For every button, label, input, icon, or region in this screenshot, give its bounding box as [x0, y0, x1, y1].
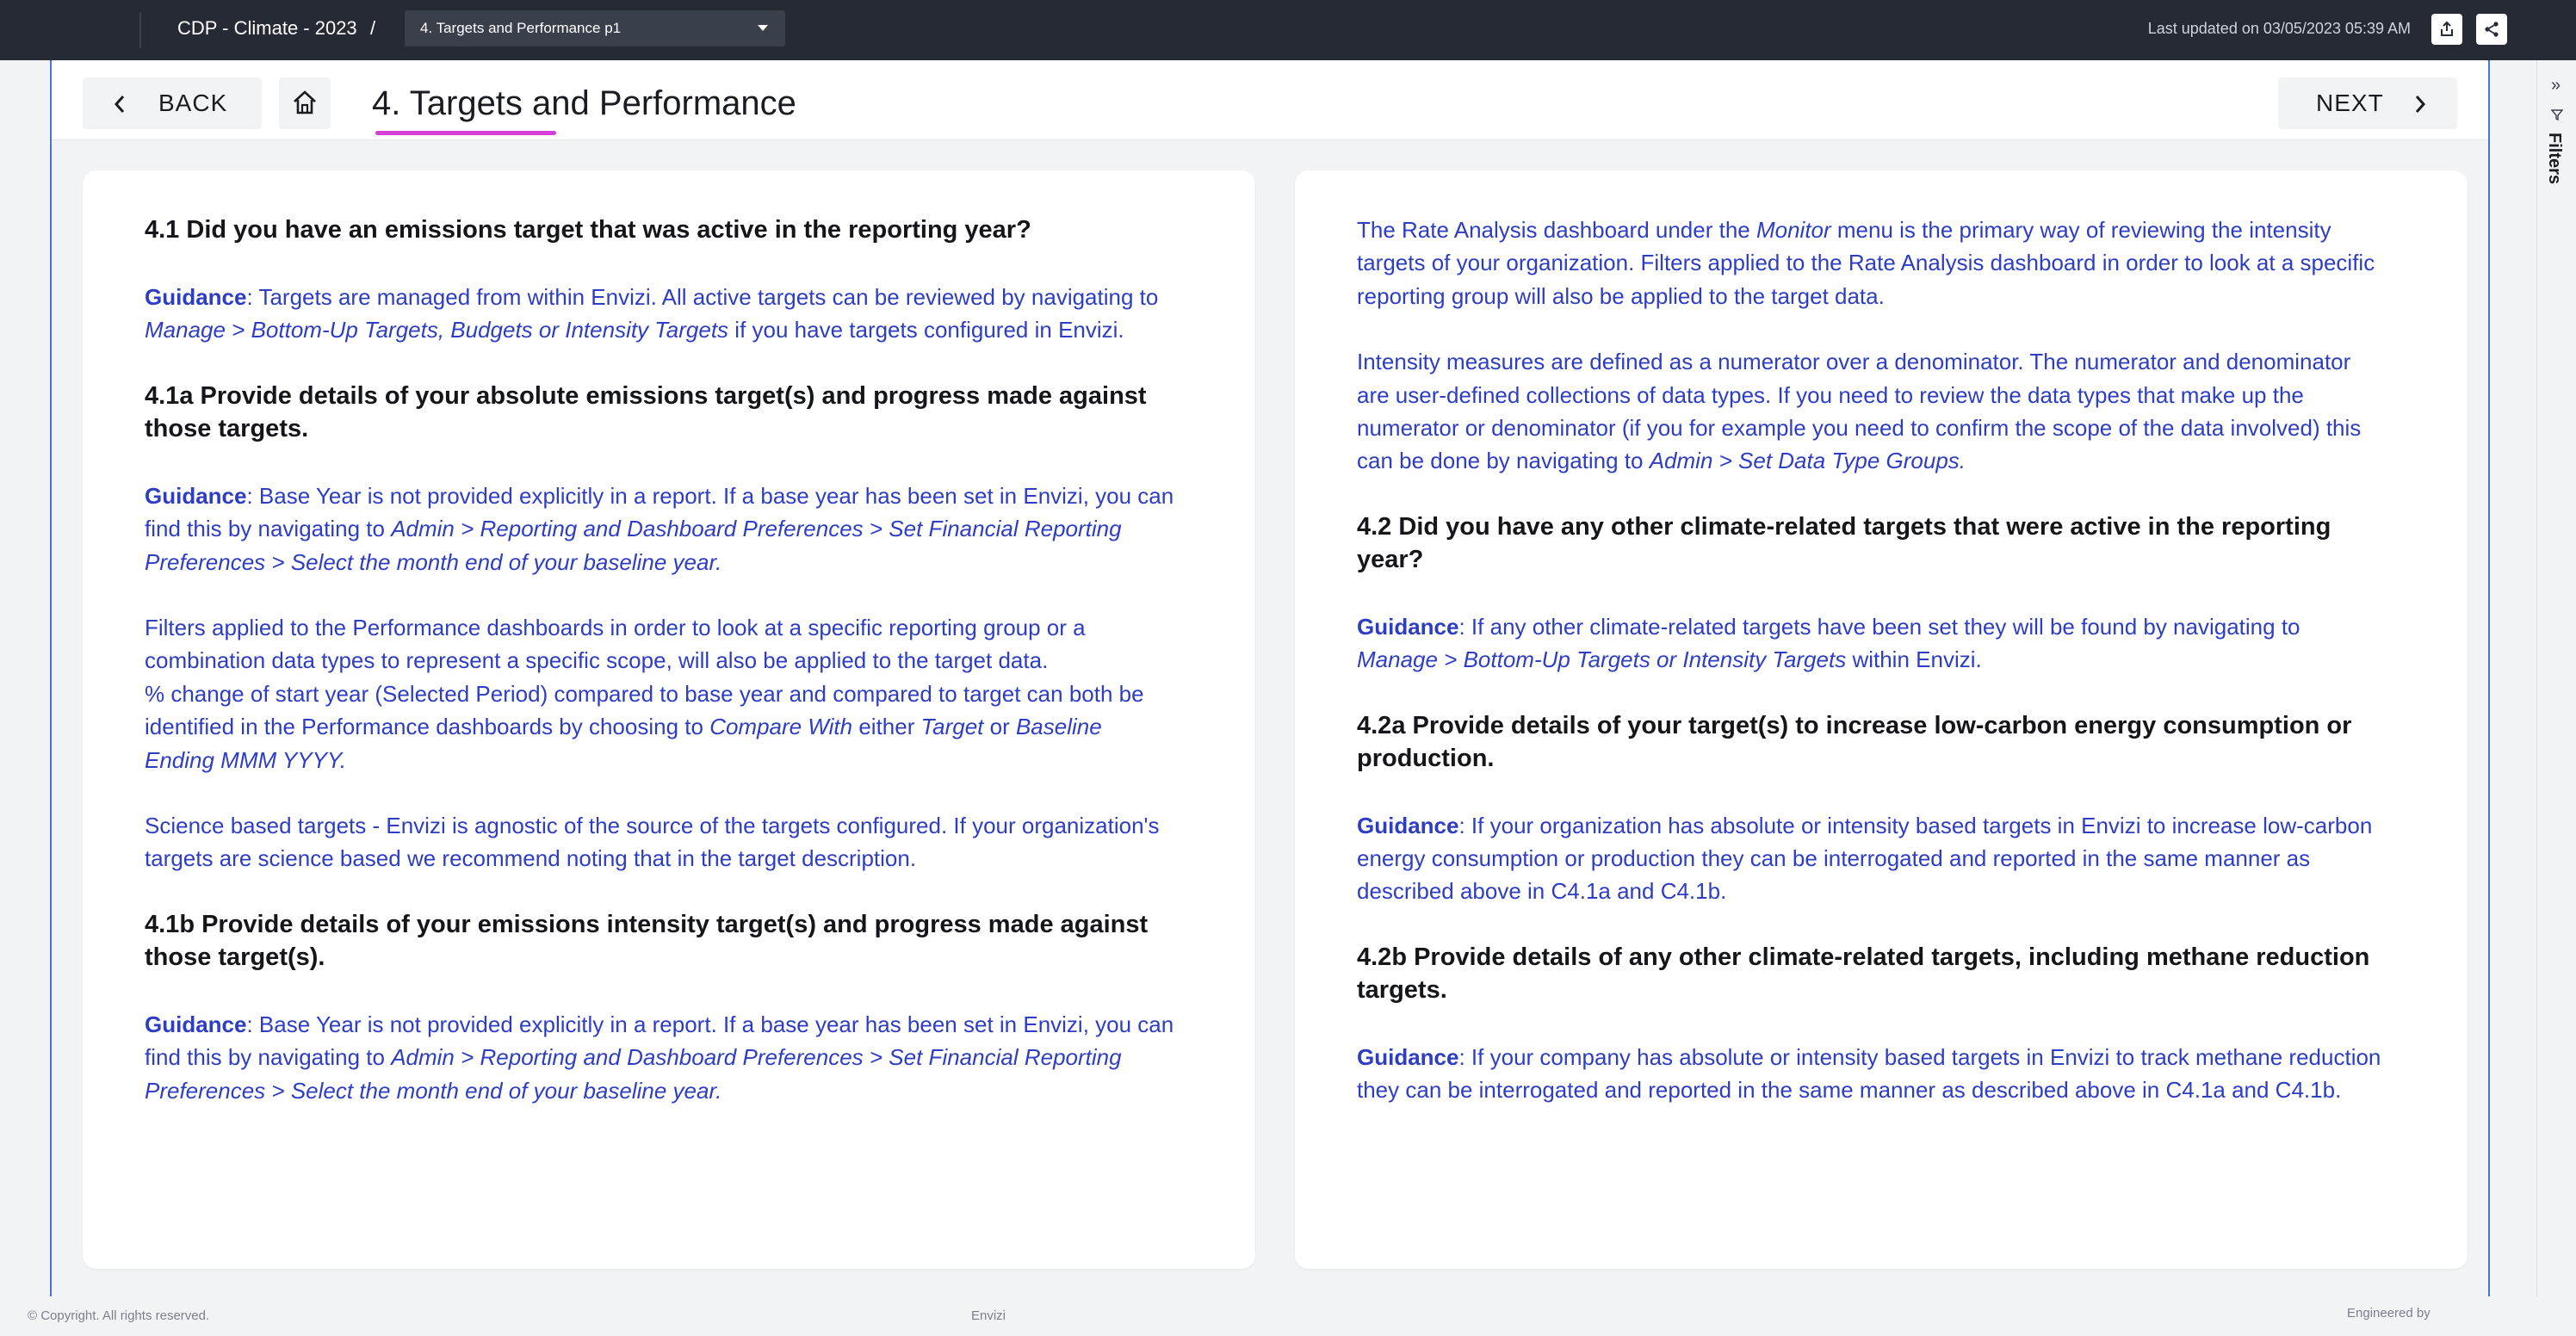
guidance-label: Guidance [145, 482, 247, 509]
home-icon [294, 90, 316, 114]
title-underline [375, 131, 556, 135]
filter-icon [2551, 109, 2563, 121]
guidance-4-1: Guidance: Targets are managed from withi… [145, 281, 1174, 347]
next-button[interactable]: NEXT [2278, 77, 2457, 129]
caret-down-icon [758, 25, 768, 31]
intensity-paragraph: Intensity measures are defined as a nume… [1357, 345, 2387, 478]
guidance-label: Guidance [1357, 812, 1459, 838]
question-4-1: 4.1 Did you have an emissions target tha… [145, 216, 1031, 244]
filters-label: Filters [2545, 133, 2564, 185]
home-button[interactable] [279, 77, 331, 129]
divider [139, 12, 141, 48]
paragraph-text: Filters applied to the Performance dashb… [145, 615, 1086, 674]
filters-paragraph: Filters applied to the Performance dashb… [145, 611, 1174, 776]
question-4-1a: 4.1a Provide details of your absolute em… [145, 381, 1147, 442]
last-updated-text: Last updated on 03/05/2023 05:39 AM [2147, 20, 2411, 37]
compare-with-term: Compare With [709, 714, 853, 740]
guidance-text: if you have targets configured in Envizi… [728, 317, 1124, 343]
footer-brand: Envizi [971, 1308, 1006, 1323]
guidance-4-2a: Guidance: If your organization has absol… [1357, 809, 2387, 908]
nav-path: Admin > Set Data Type Groups. [1649, 448, 1966, 474]
page-header: BACK 4. Targets and Performance NEXT [52, 60, 2488, 140]
guidance-label: Guidance [145, 284, 247, 310]
guidance-text: within Envizi. [1846, 646, 1982, 673]
guidance-label: Guidance [1357, 1043, 1459, 1070]
nav-path: Manage > Bottom-Up Targets, Budgets or I… [145, 317, 729, 343]
guidance-4-2: Guidance: If any other climate-related t… [1357, 610, 2387, 677]
left-content-panel: 4.1 Did you have an emissions target tha… [83, 170, 1255, 1269]
breadcrumb-report-title[interactable]: CDP - Climate - 2023 [177, 0, 357, 57]
paragraph-text: or [983, 714, 1016, 740]
back-button[interactable]: BACK [83, 77, 262, 129]
chevron-left-icon [114, 96, 125, 113]
engineered-by-text: Engineered by [2347, 1306, 2430, 1321]
chevron-double-right-icon[interactable]: » [2551, 76, 2561, 96]
top-bar: CDP - Climate - 2023 / 4. Targets and Pe… [0, 0, 2576, 60]
copyright-text: © Copyright. All rights reserved. [28, 1308, 210, 1323]
question-4-2b: 4.2b Provide details of any other climat… [1357, 943, 2370, 1004]
guidance-4-1a: Guidance: Base Year is not provided expl… [145, 479, 1174, 578]
right-content-panel: The Rate Analysis dashboard under the Mo… [1295, 170, 2468, 1269]
next-button-label: NEXT [2316, 90, 2384, 116]
report-frame: BACK 4. Targets and Performance NEXT 4.1… [50, 60, 2490, 1298]
guidance-text: : If your company has absolute or intens… [1357, 1043, 2381, 1104]
guidance-4-1b: Guidance: Base Year is not provided expl… [145, 1008, 1174, 1107]
question-4-2: 4.2 Did you have any other climate-relat… [1357, 512, 2331, 573]
back-button-label: BACK [158, 90, 228, 116]
export-button[interactable] [2431, 14, 2462, 45]
guidance-text: : If any other climate-related targets h… [1458, 613, 2300, 640]
filters-rail[interactable]: » Filters [2536, 60, 2576, 1296]
science-paragraph: Science based targets - Envizi is agnost… [145, 813, 1160, 872]
page-select-value: 4. Targets and Performance p1 [420, 20, 622, 36]
page-title: 4. Targets and Performance [372, 84, 796, 122]
guidance-label: Guidance [145, 1011, 247, 1037]
nav-path: Manage > Bottom-Up Targets or Intensity … [1357, 646, 1847, 673]
breadcrumb-separator: / [370, 17, 376, 39]
paragraph-text: The Rate Analysis dashboard under the [1357, 217, 1756, 243]
export-icon [2441, 21, 2453, 36]
rate-analysis-paragraph: The Rate Analysis dashboard under the Mo… [1357, 213, 2387, 312]
guidance-text: : If your organization has absolute or i… [1357, 812, 2373, 905]
target-term: Target [920, 714, 984, 740]
question-4-2a: 4.2a Provide details of your target(s) t… [1357, 711, 2352, 772]
guidance-label: Guidance [1357, 613, 1459, 640]
share-icon [2485, 22, 2499, 37]
paragraph-text: either [852, 714, 921, 740]
monitor-term: Monitor [1756, 217, 1831, 243]
guidance-4-2b: Guidance: If your company has absolute o… [1357, 1041, 2387, 1107]
question-4-1b: 4.1b Provide details of your emissions i… [145, 910, 1149, 971]
share-button[interactable] [2476, 14, 2507, 45]
footer: © Copyright. All rights reserved. Envizi… [0, 1296, 2576, 1336]
guidance-text: : Targets are managed from within Envizi… [246, 284, 1159, 310]
chevron-right-icon [2415, 96, 2426, 113]
page-select[interactable]: 4. Targets and Performance p1 [405, 10, 785, 46]
